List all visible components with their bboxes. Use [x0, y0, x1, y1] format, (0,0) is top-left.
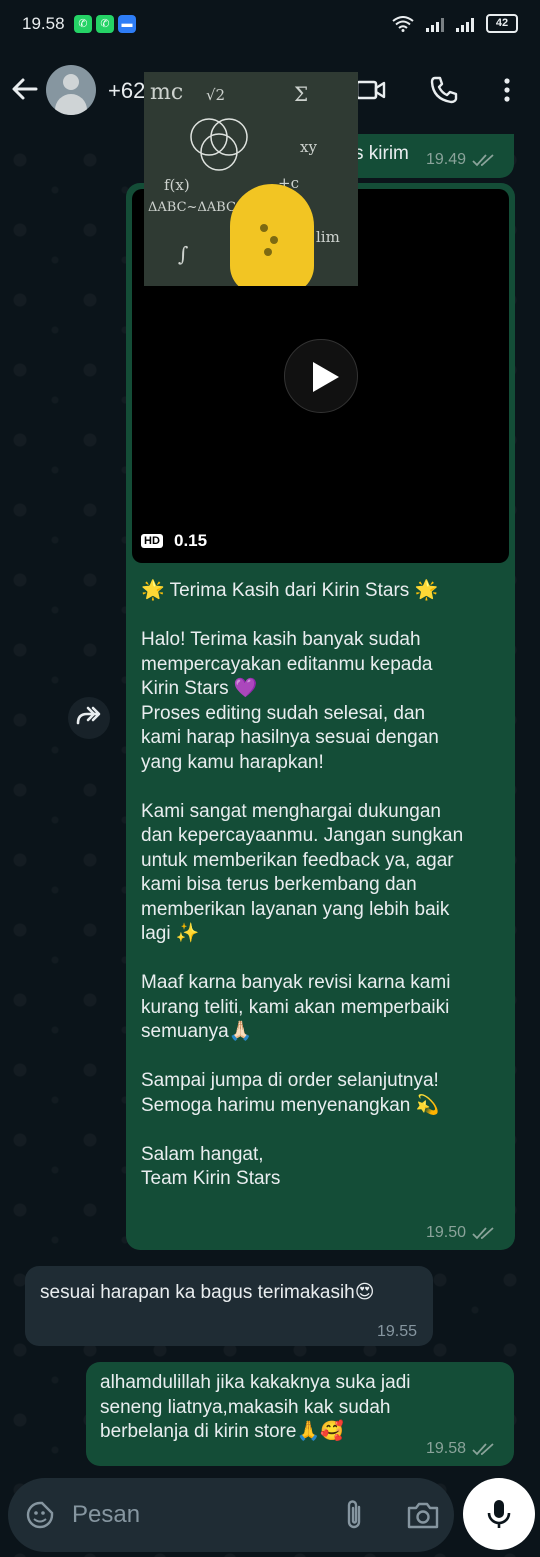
- message-line: yang kamu harapkan!: [141, 751, 324, 773]
- double-check-icon: [472, 1227, 494, 1240]
- message-line: Halo! Terima kasih banyak sudah: [141, 629, 421, 650]
- message-time: 19.58: [426, 1440, 467, 1457]
- status-time: 19.58: [22, 14, 65, 33]
- message-line: kami harap hasilnya sesuai dengan: [141, 727, 439, 748]
- message-line: dan kepercayaanmu. Jangan sungkan: [141, 825, 464, 846]
- attach-paperclip-icon[interactable]: [342, 1498, 366, 1532]
- message-line: kurang teliti, kami akan memperbaiki: [141, 996, 450, 1018]
- notification-icons: ✆ ✆ ▬: [74, 15, 136, 33]
- message-line: semuanya🙏🏻: [141, 1021, 253, 1042]
- yellow-character: [230, 184, 314, 286]
- emoji-sticker-icon[interactable]: [25, 1500, 55, 1530]
- message-input-bar[interactable]: Pesan: [8, 1478, 454, 1552]
- message-caption: 🌟 Terima Kasih dari Kirin Stars 🌟 Halo! …: [141, 579, 506, 1192]
- double-check-icon: [472, 1443, 494, 1456]
- message-text: s kirim: [354, 143, 409, 164]
- sticker-formula: ΔABC~ΔABC: [148, 200, 236, 215]
- message-line: berbelanja di kirin store🙏🥰: [100, 1421, 344, 1442]
- status-bar: 19.58 ✆ ✆ ▬ 42: [0, 0, 540, 50]
- message-line: Maaf karna banyak revisi karna kami: [141, 972, 451, 993]
- message-line: Salam hangat,: [141, 1143, 264, 1165]
- voice-message-button[interactable]: [463, 1478, 535, 1550]
- hd-badge: HD: [141, 534, 163, 548]
- sticker-formula: lim: [316, 228, 340, 246]
- video-duration: 0.15: [174, 531, 208, 550]
- sticker-formula: mc: [150, 80, 184, 105]
- message-line: Sampai jumpa di order selanjutnya!: [141, 1070, 439, 1091]
- more-options-icon[interactable]: [491, 74, 523, 106]
- forward-icon: [76, 706, 101, 725]
- wifi-icon: [392, 15, 414, 32]
- message-meta: 19.49: [426, 151, 496, 169]
- sticker-formula: ∫: [178, 242, 189, 266]
- sticker-formula: f(x): [164, 176, 190, 194]
- message-bubble-outgoing[interactable]: alhamdulillah jika kakaknya suka jadi sen…: [86, 1362, 514, 1466]
- message-text: sesuai harapan ka bagus terimakasih😍: [40, 1282, 375, 1303]
- forward-button[interactable]: [68, 697, 110, 739]
- message-line: untuk memberikan feedback ya, agar: [141, 849, 454, 871]
- signal-icon-sim2: [456, 16, 474, 32]
- play-button[interactable]: [284, 339, 358, 413]
- message-meta: 19.50: [426, 1224, 496, 1242]
- message-time: 19.50: [426, 1224, 467, 1241]
- message-line: [141, 1118, 506, 1143]
- message-line: [141, 604, 506, 629]
- message-line: Proses editing sudah selesai, dan: [141, 702, 426, 724]
- camera-icon[interactable]: [406, 1500, 440, 1530]
- message-line: [141, 1045, 506, 1070]
- message-time: 19.55: [377, 1323, 418, 1340]
- contact-name[interactable]: +62: [108, 78, 145, 104]
- microphone-icon: [487, 1500, 511, 1528]
- message-line: Semoga harimu menyenangkan 💫: [141, 1094, 440, 1116]
- battery-icon: 42: [486, 14, 518, 33]
- message-line: 🌟 Terima Kasih dari Kirin Stars 🌟: [141, 580, 439, 601]
- message-line: kami bisa terus berkembang dan: [141, 874, 417, 895]
- math-sticker-image: mc √2 Σ ΔABC~ΔABC xy lim f(x) ∫ +c: [144, 72, 358, 286]
- message-bubble-incoming[interactable]: sesuai harapan ka bagus terimakasih😍 19.…: [25, 1266, 433, 1346]
- message-line: lagi ✨: [141, 923, 200, 944]
- whatsapp-notification-icon: ✆: [74, 15, 92, 33]
- sticker-formula: √2: [206, 86, 226, 104]
- message-input-placeholder[interactable]: Pesan: [72, 1501, 140, 1529]
- chat-notification-icon: ▬: [118, 15, 136, 33]
- video-call-icon[interactable]: [354, 74, 386, 106]
- sticker-formula: xy: [300, 138, 317, 156]
- message-line: seneng liatnya,makasih kak sudah: [100, 1396, 391, 1418]
- message-line: Team Kirin Stars: [141, 1168, 281, 1189]
- message-line: Kirin Stars 💜: [141, 678, 258, 699]
- message-line: mempercayakan editanmu kepada: [141, 653, 433, 675]
- contact-avatar[interactable]: [46, 65, 96, 115]
- message-line: alhamdulillah jika kakaknya suka jadi: [100, 1372, 411, 1393]
- back-arrow-icon[interactable]: [10, 74, 40, 104]
- venn-diagram-drawing: [190, 118, 248, 171]
- message-time: 19.49: [426, 151, 467, 168]
- voice-call-icon[interactable]: [428, 74, 460, 106]
- message-line: [141, 947, 506, 972]
- message-text: alhamdulillah jika kakaknya suka jadi sen…: [100, 1371, 460, 1445]
- message-meta: 19.58: [426, 1440, 496, 1458]
- double-check-icon: [472, 154, 494, 167]
- signal-icon-sim1: [426, 16, 444, 32]
- message-line: memberikan layanan yang lebih baik: [141, 898, 450, 920]
- whatsapp-business-notification-icon: ✆: [96, 15, 114, 33]
- sticker-formula: Σ: [294, 82, 309, 106]
- message-line: [141, 775, 506, 800]
- message-line: Kami sangat menghargai dukungan: [141, 800, 441, 822]
